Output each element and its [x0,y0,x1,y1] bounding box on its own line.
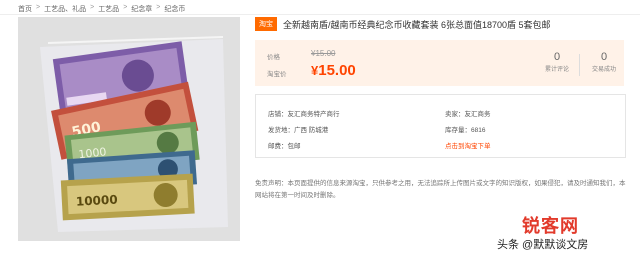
current-price: ¥15.00 [311,62,356,79]
breadcrumb-coins[interactable]: 纪念币 [164,4,185,14]
review-count-value: 0 [553,51,561,63]
watermark-logo: 锐客网 [522,212,616,236]
header-divider [0,14,640,15]
buy-on-taobao-link[interactable]: 点击到淘宝下单 [445,143,491,150]
original-price: ¥15.00 [311,49,336,58]
stock-value: 6816 [471,127,486,134]
sales-count-value: 0 [600,51,608,63]
sales-count-label: 交易成功 [591,67,616,73]
ship-from-value: 广西 防城港 [294,127,329,134]
breadcrumb-home[interactable]: 首页 [18,4,32,14]
breadcrumb-separator: > [123,4,128,11]
product-image[interactable]: 500 1000 10000 [18,17,240,241]
seller-name[interactable]: 友汇商务 [465,111,491,118]
taobao-badge: 淘宝 [255,17,277,31]
seller-info-panel: 店铺：友汇商务特产商行 卖家：友汇商务 发货地：广西 防城港 库存量：6816 … [255,94,626,158]
shop-label: 店铺： [268,111,288,118]
product-title[interactable]: 全新越南盾/越南币经典纪念币收藏套装 6张总面值18700盾 5套包邮 [283,18,551,31]
seller-row: 卖家：友汇商务 [445,108,491,118]
watermark-logo-text: 锐客网 [522,216,579,236]
shop-name[interactable]: 友汇商务特产商行 [288,111,340,118]
seller-label: 卖家： [445,111,465,118]
postage-label: 邮费： [268,143,288,150]
postage-row: 邮费：包邮 [268,140,301,150]
ship-from-label: 发货地： [268,127,294,134]
disclaimer-text: 免责声明：本页面提供的信息来源淘宝，只供参考之用，无法追踪所上传图片或文字的知识… [255,180,626,199]
price-panel: 价格 ¥15.00 淘宝价 ¥15.00 0 累计评论 0 交易成功 [255,40,624,86]
breadcrumb-badges[interactable]: 纪念章 [131,4,152,14]
price-label: 价格 [267,54,280,61]
product-title-row: 淘宝 全新越南盾/越南币经典纪念币收藏套装 6张总面值18700盾 5套包邮 [255,17,551,31]
shop-row: 店铺：友汇商务特产商行 [268,108,340,118]
review-count[interactable]: 0 累计评论 [537,51,577,73]
breadcrumb-crafts[interactable]: 工艺品 [98,4,119,14]
breadcrumb-separator: > [36,4,41,11]
current-price-value: 15.00 [318,62,356,79]
taobao-price-label: 淘宝价 [267,71,287,78]
review-count-label: 累计评论 [544,67,569,73]
stock-label: 库存量： [445,127,471,134]
breadcrumb-separator: > [90,4,95,11]
svg-text:10000: 10000 [76,193,118,209]
stats-divider [579,54,580,76]
banknotes-photo: 500 1000 10000 [18,17,240,241]
watermark-author: 头条 @默默谈文房 [497,239,589,251]
stock-row: 库存量：6816 [445,124,485,134]
ship-from-row: 发货地：广西 防城港 [268,124,328,134]
buy-link-row: 点击到淘宝下单 [445,140,491,150]
postage-value: 包邮 [287,143,301,150]
breadcrumb-crafts-gifts[interactable]: 工艺品、礼品 [44,4,86,14]
sales-count[interactable]: 0 交易成功 [584,51,624,73]
breadcrumb-separator: > [156,4,161,11]
breadcrumb: 首页 > 工艺品、礼品 > 工艺品 > 纪念章 > 纪念币 [18,4,185,14]
